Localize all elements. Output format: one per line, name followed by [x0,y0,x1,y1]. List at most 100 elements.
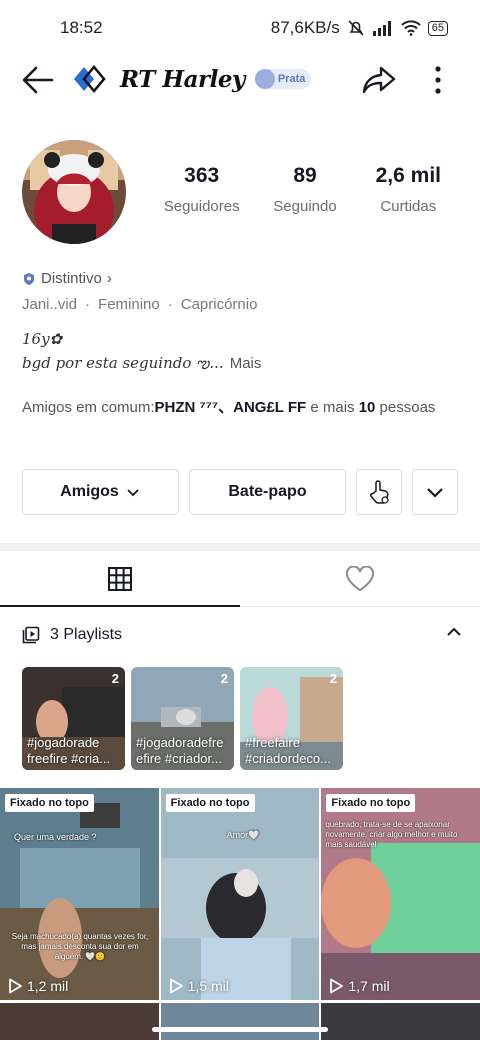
stat-followers[interactable]: 363 Seguidores [150,164,253,215]
playlists-header[interactable]: 3 Playlists [22,620,462,650]
share-icon[interactable] [360,62,398,98]
badge-link[interactable]: Distintivo › [22,270,112,287]
mutual-friends[interactable]: Amigos em comum:PHZN ⁷⁷⁷、ANG£L FF e mais… [22,396,452,420]
view-count: 1,2 mil [8,978,68,994]
badge-label: Distintivo [41,270,102,287]
video-caption: Quer uma verdade ? [14,832,97,842]
playlist-card[interactable]: 2 #jogadoradefre efire #criador... [131,667,234,770]
home-indicator[interactable] [152,1027,328,1032]
playlist-title: #freefaire #criadordeco... [245,735,331,766]
expand-button[interactable] [412,469,458,515]
friends-button[interactable]: Amigos [22,469,179,515]
chevron-up-icon[interactable] [446,626,462,638]
view-count-text: 1,5 mil [187,978,229,994]
mute-icon [348,20,364,36]
playlist-count: 2 [111,671,119,686]
stat-following[interactable]: 89 Seguindo [253,164,356,215]
playlist-title: #jogadorade freefire #cria... [27,735,111,766]
video-thumbnail[interactable]: Fixado no topo Quer uma verdade ? Seja m… [0,788,159,1000]
shield-icon [24,272,34,285]
bio-text: bgd por esta seguindo ఌ... [22,354,224,372]
view-count-text: 1,7 mil [348,978,390,994]
pinned-label: Fixado no topo [326,794,416,812]
rank-badge[interactable]: Prata [254,69,312,89]
playlist-count: 2 [329,671,337,686]
profile-tabs [0,551,480,607]
info-sign: Capricórnio [180,296,258,313]
view-count: 1,7 mil [329,978,390,994]
mutual-mid: e mais [306,399,359,416]
top-nav: RT Harley Prata [0,56,480,104]
video-grid: Fixado no topo Quer uma verdade ? Seja m… [0,788,480,1000]
playlist-card[interactable]: 2 #jogadorade freefire #cria... [22,667,125,770]
video-thumbnail[interactable]: Fixado no topo Amor🤍 1,5 mil [160,788,320,1000]
avatar[interactable] [22,140,126,244]
video-caption: quebrado, trata-se de se apaixonar novam… [325,820,458,849]
stat-value: 89 [293,164,317,187]
stat-likes[interactable]: 2,6 mil Curtidas [357,164,460,215]
pinned-label: Fixado no topo [5,794,94,812]
video-thumbnail[interactable] [321,1003,480,1040]
video-thumbnail[interactable] [0,1003,159,1040]
poke-hand-icon [369,480,389,504]
info-gender: Feminino [98,296,160,313]
mutual-prefix: Amigos em comum: [22,399,155,416]
heart-icon [345,565,375,591]
chat-button[interactable]: Bate-papo [189,469,346,515]
profile-stats: 363 Seguidores 89 Seguindo 2,6 mil Curti… [150,164,460,215]
profile-name: RT Harley [120,65,245,93]
playlist-card[interactable]: 2 #freefaire #criadordeco... [240,667,343,770]
network-speed: 87,6KB/s [270,18,340,37]
signal-icon [372,21,391,36]
chat-label: Bate-papo [228,483,307,500]
more-vertical-icon[interactable] [426,64,450,96]
play-icon [330,978,344,994]
status-bar: 18:52 87,6KB/s 65 [0,0,480,56]
rank-label: Prata [277,73,306,85]
bio-line-2: bgd por esta seguindo ఌ... Mais [22,354,261,376]
bio-line-1: 16y✿ [22,330,63,348]
chevron-right-icon: › [106,270,112,287]
status-time: 18:52 [60,18,103,37]
friends-label: Amigos [60,483,119,500]
video-caption: Seja machucado(a) quantas vezes for, mas… [11,932,149,961]
mutual-suffix: pessoas [375,399,436,416]
info-separator: · [167,296,173,313]
play-icon [9,978,22,994]
chevron-down-icon [427,488,443,498]
wifi-icon [401,20,421,36]
info-separator: · [85,296,91,313]
stat-label: Seguidores [163,198,240,215]
video-caption: Amor🤍 [226,830,260,840]
playlist-row: 2 #jogadorade freefire #cria... 2 #jogad… [22,667,343,770]
profile-info: Jani..vid · Feminino · Capricórnio [22,296,257,313]
playlists-label: 3 Playlists [50,626,123,643]
view-count: 1,5 mil [169,978,229,994]
tab-videos[interactable] [0,551,240,607]
status-indicators: 87,6KB/s 65 [271,18,448,38]
pinned-label: Fixado no topo [165,794,255,812]
stat-value: 363 [184,164,220,187]
rank-gem-icon [254,69,275,89]
profile-title: RT Harley Prata [70,62,312,96]
bio-more-link[interactable]: Mais [230,355,262,372]
video-grid-row-2 [0,1003,480,1040]
mutual-count: 10 [358,399,376,416]
poke-button[interactable] [356,469,402,515]
back-arrow-icon[interactable] [20,64,56,96]
view-count-text: 1,2 mil [27,978,69,994]
battery-icon: 65 [427,20,448,36]
stat-label: Curtidas [380,198,437,215]
stat-label: Seguindo [273,198,337,215]
playlist-title: #jogadoradefre efire #criador... [136,735,224,766]
playlist-icon [22,626,40,644]
rt-logo-icon [74,65,106,93]
video-thumbnail[interactable] [160,1003,320,1040]
chevron-down-icon [127,489,139,497]
playlist-count: 2 [220,671,228,686]
stat-value: 2,6 mil [375,164,441,187]
video-thumbnail[interactable]: Fixado no topo quebrado, trata-se de se … [321,788,480,1000]
profile-actions: Amigos Bate-papo [22,469,458,515]
play-icon [169,978,183,994]
tab-liked[interactable] [240,551,480,606]
